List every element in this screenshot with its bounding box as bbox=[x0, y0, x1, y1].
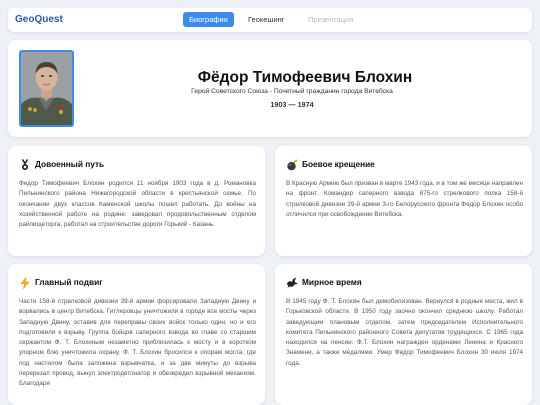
hero-card: Фёдор Тимофеевич Блохин Герой Советского… bbox=[8, 40, 532, 137]
hero-years: 1903 — 1974 bbox=[270, 100, 314, 109]
card-peacetime: Мирное время В 1945 году Ф. Т. Блохин бы… bbox=[275, 264, 532, 405]
tab-biography[interactable]: Биография bbox=[183, 12, 234, 27]
hero-name: Фёдор Тимофеевич Блохин bbox=[197, 69, 413, 86]
card-baptism-of-fire: Боевое крещение В Красную Армию был приз… bbox=[275, 146, 532, 256]
card-text: Федор Тимофеевич Блохин родился 11 ноябр… bbox=[19, 180, 256, 229]
logo[interactable]: GeoQuest bbox=[15, 14, 63, 25]
card-title: Главный подвиг bbox=[35, 277, 103, 287]
card-title: Боевое крещение bbox=[302, 159, 375, 169]
medal-icon bbox=[19, 158, 31, 170]
card-text: Части 158-й стрелковой дивизии 39-й арми… bbox=[19, 298, 256, 388]
lightning-icon bbox=[19, 276, 31, 289]
tab-presentation[interactable]: Презентация bbox=[302, 12, 359, 27]
card-main-feat: Главный подвиг Части 158-й стрелковой ди… bbox=[8, 264, 265, 405]
dove-icon bbox=[286, 276, 298, 288]
hero-subtitle: Герой Советского Союза - Почетный гражда… bbox=[191, 88, 393, 95]
card-title: Довоенный путь bbox=[35, 159, 105, 169]
card-text: В 1945 году Ф. Т. Блохин был демобилизов… bbox=[286, 298, 523, 367]
tab-geocaching[interactable]: Геокешинг bbox=[242, 12, 291, 27]
card-text: В Красную Армию был призван в марте 1943… bbox=[286, 180, 523, 218]
top-nav: GeoQuest Биография Геокешинг Презентация bbox=[8, 8, 532, 32]
bomb-icon bbox=[286, 158, 298, 171]
card-prewar: Довоенный путь Федор Тимофеевич Блохин р… bbox=[8, 146, 265, 256]
portrait-photo bbox=[19, 50, 74, 127]
card-title: Мирное время bbox=[302, 277, 362, 287]
